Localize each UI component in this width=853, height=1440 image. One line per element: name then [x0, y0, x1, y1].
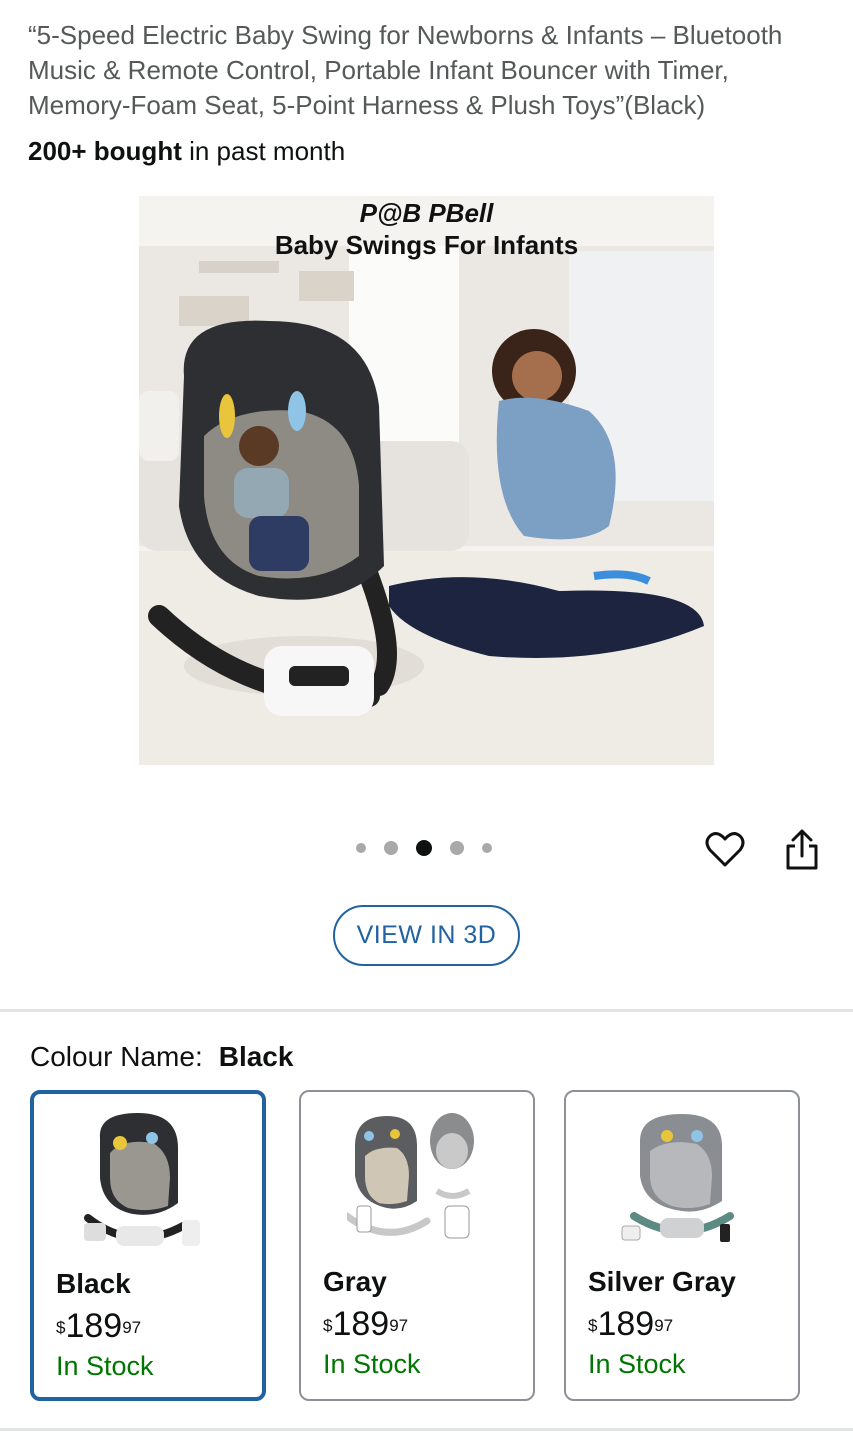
heart-outline-icon[interactable] — [704, 828, 746, 870]
colour-option-gray[interactable]: Gray $18997 In Stock — [299, 1090, 535, 1401]
swing-thumbnail — [84, 1113, 200, 1246]
hero-brand-text: P@B PBell — [359, 198, 494, 228]
price-whole: 189 — [597, 1305, 655, 1343]
swing-thumbnail — [347, 1113, 474, 1239]
price-currency: $ — [323, 1316, 333, 1335]
hero-subtitle-text: Baby Swings For Infants — [274, 230, 579, 260]
bought-count-strong: 200+ bought — [28, 136, 182, 166]
swing-thumbnail — [621, 1114, 734, 1242]
colour-option-name: Silver Gray — [588, 1266, 736, 1297]
colour-name-prefix: Colour Name: — [30, 1041, 203, 1072]
carousel-dot — [384, 841, 398, 855]
colour-option-name: Black — [56, 1268, 131, 1299]
colour-option-silver-gray[interactable]: Silver Gray $18997 In Stock — [564, 1090, 800, 1401]
price-fraction: 97 — [654, 1316, 674, 1335]
carousel-dot — [450, 841, 464, 855]
product-title: “5-Speed Electric Baby Swing for Newborn… — [28, 20, 783, 120]
share-icon[interactable] — [782, 828, 822, 872]
colour-option-stock: In Stock — [323, 1349, 421, 1379]
colour-name-label: Colour Name: Black — [30, 1040, 293, 1074]
price-whole: 189 — [332, 1305, 390, 1343]
colour-option-stock: In Stock — [588, 1349, 686, 1379]
hero-illustration — [139, 196, 714, 765]
carousel-dot — [482, 843, 492, 853]
price-currency: $ — [56, 1318, 66, 1337]
section-divider — [0, 1009, 853, 1012]
colour-option-black[interactable]: Black $18997 In Stock — [30, 1090, 266, 1401]
carousel-dot-active — [416, 840, 432, 856]
view-in-3d-button[interactable]: VIEW IN 3D — [333, 905, 520, 966]
price-currency: $ — [588, 1316, 598, 1335]
price-whole: 189 — [65, 1307, 123, 1345]
carousel-indicator — [356, 840, 492, 856]
colour-option-price: $18997 — [588, 1304, 673, 1344]
price-fraction: 97 — [389, 1316, 409, 1335]
colour-option-price: $18997 — [56, 1306, 141, 1346]
bought-count: 200+ bought in past month — [28, 134, 345, 168]
carousel-dot — [356, 843, 366, 853]
colour-option-stock: In Stock — [56, 1351, 154, 1381]
colour-option-name: Gray — [323, 1266, 387, 1297]
colour-option-price: $18997 — [323, 1304, 408, 1344]
bought-count-suffix: in past month — [181, 136, 346, 166]
product-hero-image[interactable]: P@B PBell Baby Swings For Infants — [139, 196, 714, 765]
price-fraction: 97 — [122, 1318, 142, 1337]
colour-name-selected: Black — [218, 1041, 294, 1072]
section-divider — [0, 1428, 853, 1431]
